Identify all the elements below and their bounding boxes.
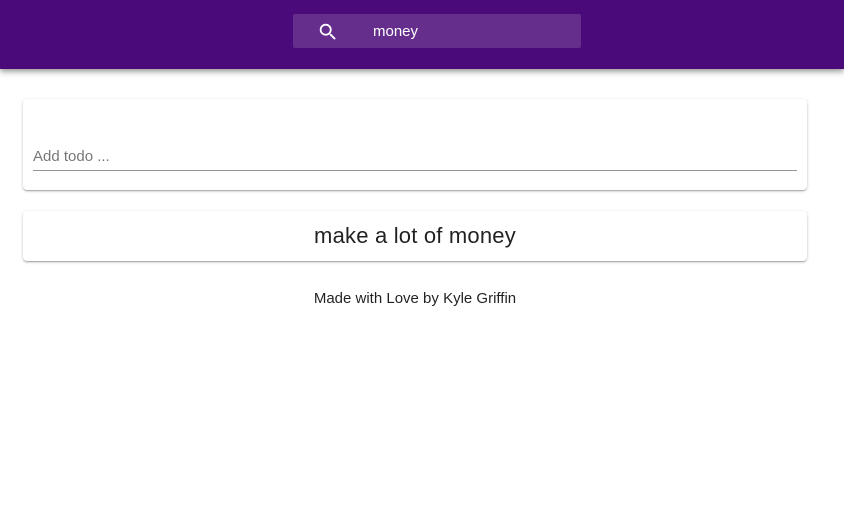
search-bar[interactable] [293,14,581,48]
footer-credit: Made with Love by Kyle Griffin [313,290,517,307]
add-todo-input[interactable] [33,143,797,171]
search-input[interactable] [373,14,569,48]
app-bar [0,0,844,69]
add-todo-card [23,99,807,190]
search-icon [317,21,339,43]
todo-item[interactable]: make a lot of money [23,211,807,261]
todo-item-text: make a lot of money [314,223,516,248]
